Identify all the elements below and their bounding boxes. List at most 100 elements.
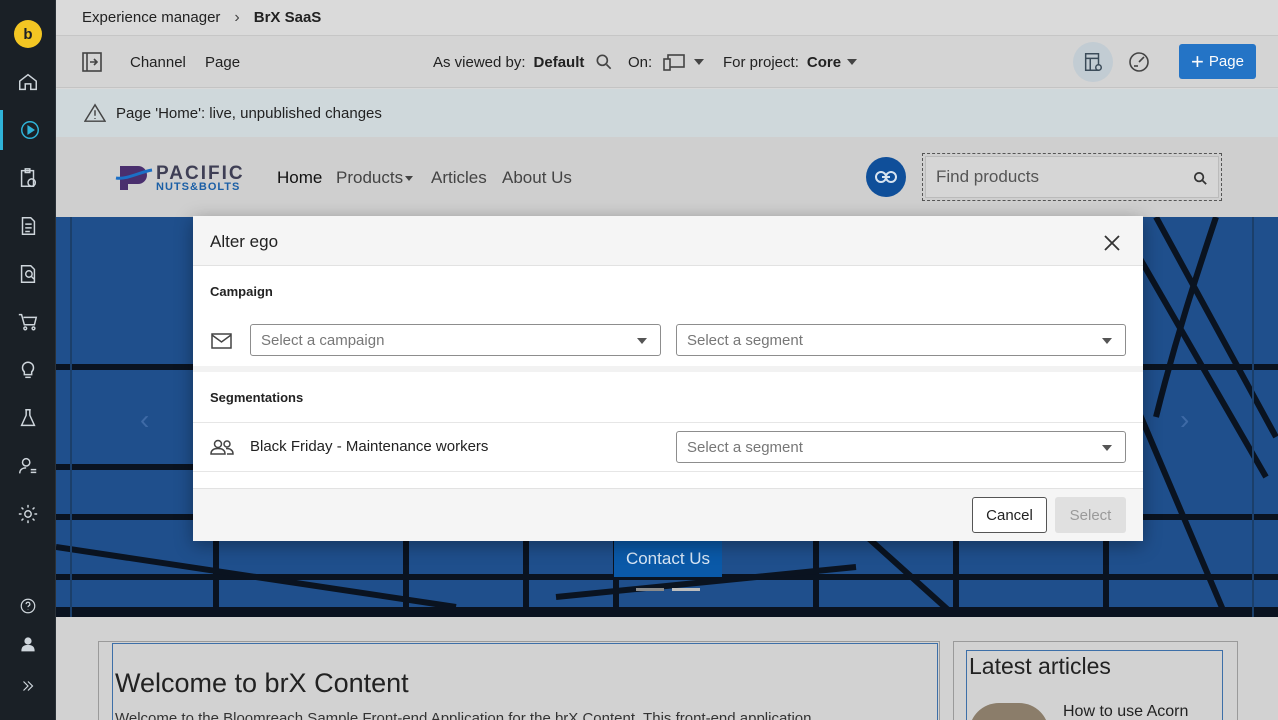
document-search-icon xyxy=(20,265,36,283)
latest-articles-title: Latest articles xyxy=(969,653,1111,679)
lightbulb-icon xyxy=(21,361,35,379)
select-button[interactable]: Select xyxy=(1055,497,1126,533)
segmentation-name: Black Friday - Maintenance workers xyxy=(250,438,489,455)
page-menu[interactable]: Page xyxy=(205,36,240,88)
breadcrumb-parent[interactable]: Experience manager xyxy=(82,9,220,26)
page-settings-button[interactable] xyxy=(1124,36,1154,88)
audiences-nav-button[interactable] xyxy=(0,446,56,486)
user-settings-icon xyxy=(19,457,37,474)
manage-link-button[interactable] xyxy=(866,157,906,197)
search-component-frame[interactable]: Find products xyxy=(922,153,1222,201)
cancel-label: Cancel xyxy=(986,506,1033,524)
carousel-prev-icon[interactable]: ‹ xyxy=(140,404,149,436)
home-icon xyxy=(19,73,37,91)
people-icon xyxy=(210,439,234,455)
status-message: Page 'Home': live, unpublished changes xyxy=(116,104,382,122)
page-preview-icon xyxy=(1084,53,1102,71)
contact-us-button[interactable]: Contact Us xyxy=(614,541,722,577)
site-nav-home[interactable]: Home xyxy=(277,168,322,188)
gear-icon xyxy=(18,504,38,524)
chevron-down-icon xyxy=(847,59,858,65)
user-icon xyxy=(21,637,35,652)
chevron-right-icon: › xyxy=(234,8,240,26)
link-icon xyxy=(875,171,897,183)
play-circle-icon xyxy=(20,121,39,139)
campaign-select[interactable]: Select a campaign xyxy=(250,324,661,356)
dialog-title: Alter ego xyxy=(210,232,279,251)
site-nav-products[interactable]: Products xyxy=(336,168,403,188)
site-nav-about[interactable]: About Us xyxy=(502,168,572,188)
page-status-bar: Page 'Home': live, unpublished changes xyxy=(56,89,1278,137)
viewed-by-selector[interactable]: As viewed by: Default xyxy=(433,36,614,88)
viewed-by-value: Default xyxy=(533,53,585,71)
plus-icon: + xyxy=(1191,48,1204,74)
project-selector[interactable]: For project: Core xyxy=(723,36,858,88)
brand-logo[interactable]: b xyxy=(14,20,42,48)
add-page-button[interactable]: + Page xyxy=(1179,44,1256,79)
article-thumbnail[interactable] xyxy=(969,703,1049,720)
latest-articles-component[interactable]: Latest articles How to use Acorn xyxy=(966,650,1223,720)
commerce-nav-button[interactable] xyxy=(0,302,56,342)
article-title[interactable]: How to use Acorn xyxy=(1063,703,1188,720)
projects-nav-button[interactable] xyxy=(0,158,56,198)
on-label: On: xyxy=(628,53,653,71)
welcome-component[interactable]: Welcome to brX Content Welcome to the Bl… xyxy=(112,643,938,720)
breadcrumb: Experience manager › BrX SaaS xyxy=(56,0,1278,36)
content-nav-button[interactable] xyxy=(0,206,56,246)
campaign-select-placeholder: Select a campaign xyxy=(261,331,385,349)
cancel-button[interactable]: Cancel xyxy=(972,497,1047,533)
experience-manager-nav-button[interactable] xyxy=(0,110,56,150)
home-nav-button[interactable] xyxy=(0,62,56,102)
segmentation-segment-select[interactable]: Select a segment xyxy=(676,431,1126,463)
segmentations-heading: Segmentations xyxy=(210,390,304,405)
gauge-icon xyxy=(1129,52,1149,72)
site-search-placeholder: Find products xyxy=(936,167,1039,186)
caret-down-icon xyxy=(405,176,413,181)
user-nav-button[interactable] xyxy=(0,624,56,664)
divider xyxy=(193,422,1143,423)
carousel-next-icon[interactable]: › xyxy=(1180,404,1189,436)
preview-view-button[interactable] xyxy=(1073,42,1113,82)
close-icon[interactable] xyxy=(1104,235,1120,251)
select-label: Select xyxy=(1069,506,1112,524)
cart-icon xyxy=(18,313,38,331)
site-logo-mark xyxy=(115,166,153,190)
welcome-title: Welcome to brX Content xyxy=(115,668,409,698)
dropdown-arrow-icon xyxy=(1102,445,1112,451)
project-label: For project: xyxy=(723,53,799,71)
breadcrumb-current: BrX SaaS xyxy=(253,9,322,26)
carousel-dot[interactable] xyxy=(636,588,664,591)
double-chevron-right-icon xyxy=(23,681,34,691)
welcome-text: Welcome to the Bloomreach Sample Front-e… xyxy=(115,710,812,720)
channel-menu[interactable]: Channel xyxy=(130,36,186,88)
devices-icon xyxy=(663,54,685,71)
experiments-nav-button[interactable] xyxy=(0,398,56,438)
insights-nav-button[interactable] xyxy=(0,350,56,390)
page-toolbar: Channel Page As viewed by: Default On: F… xyxy=(56,36,1278,88)
site-search-input[interactable]: Find products xyxy=(925,156,1219,198)
help-nav-button[interactable] xyxy=(0,586,56,626)
add-page-label: Page xyxy=(1208,53,1244,70)
mail-icon xyxy=(211,333,232,349)
campaign-segment-select[interactable]: Select a segment xyxy=(676,324,1126,356)
alter-ego-dialog: Alter ego Campaign Select a campaign Sel… xyxy=(193,216,1143,541)
campaign-heading: Campaign xyxy=(210,284,273,299)
panel-enter-icon xyxy=(82,52,102,72)
chevron-down-icon xyxy=(694,59,705,65)
site-logo[interactable]: PACIFIC NUTS&BOLTS xyxy=(114,162,254,193)
help-icon xyxy=(20,598,36,614)
dropdown-arrow-icon xyxy=(1102,338,1112,344)
contact-us-label: Contact Us xyxy=(625,549,711,568)
search-icon[interactable] xyxy=(1192,170,1209,187)
carousel-dot-active[interactable] xyxy=(672,588,700,591)
site-logo-bottom: NUTS&BOLTS xyxy=(156,181,241,193)
toggle-sidebar-button[interactable] xyxy=(80,36,104,88)
left-navigation-rail: b xyxy=(0,0,56,720)
settings-nav-button[interactable] xyxy=(0,494,56,534)
warning-icon xyxy=(84,103,106,122)
site-nav-articles[interactable]: Articles xyxy=(431,168,487,188)
expand-rail-button[interactable] xyxy=(0,666,56,706)
clipboard-check-icon xyxy=(20,168,37,187)
device-selector[interactable]: On: xyxy=(628,36,705,88)
content-search-nav-button[interactable] xyxy=(0,254,56,294)
